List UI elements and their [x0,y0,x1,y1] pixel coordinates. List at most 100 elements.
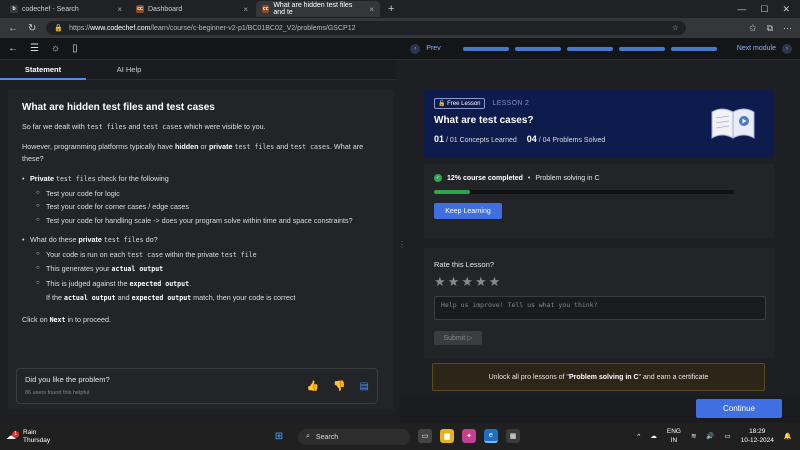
back-icon[interactable]: ← [8,23,18,34]
url-text: https://www.codechef.com/learn/course/c-… [69,24,356,32]
system-tray: ^ ☁ ENG IN ≋ 🔊 ▭ 18:29 10-12-2024 🔔 [637,427,792,445]
list-item: Test your code for handling scale -> doe… [22,214,380,228]
free-lesson-badge: 🔓 Free Lesson [434,98,485,109]
pane-resize-handle[interactable]: ⋮ [398,240,406,249]
favorites-icon[interactable]: ✩ [749,23,757,34]
pinned-apps: ⊞ [272,429,286,443]
tab-ai-help[interactable]: AI Help [86,60,172,80]
concepts-stat: 01 / 01 Concepts Learned [434,134,517,144]
search-icon: ⌕ [306,433,310,440]
paragraph: However, programming platforms typically… [22,142,364,163]
prev-chevron-icon[interactable]: ‹ [410,43,421,54]
refresh-icon[interactable]: ↻ [28,23,36,34]
star-icon[interactable]: ★ [461,274,475,289]
star-icon[interactable]: ★ [448,274,462,289]
browser-tab-strip: b codechef - Search × cc Dashboard × cc … [0,0,800,18]
url-input[interactable]: 🔒 https://www.codechef.com/learn/course/… [46,21,687,35]
file-explorer-icon[interactable]: ▆ [440,429,454,443]
maximize-icon[interactable]: ☐ [760,4,768,15]
notification-bell-icon[interactable]: 🔔 [784,432,792,441]
browser-tab-dashboard[interactable]: cc Dashboard × [130,1,254,17]
next-chevron-icon[interactable]: › [782,43,792,54]
progress-segment [462,46,509,51]
list-item: Test your code for logic [22,187,380,201]
language-indicator[interactable]: ENG IN [667,427,681,445]
back-arrow-icon[interactable]: ← [8,43,18,54]
pro-upsell-banner[interactable]: Unlock all pro lessons of " Problem solvi… [432,363,765,391]
weather-widget[interactable]: ☁ 1 Rain Thursday [0,429,50,445]
feedback-textarea[interactable] [434,296,766,320]
minimize-icon[interactable]: — [737,4,746,15]
close-window-icon[interactable]: ✕ [782,4,790,15]
tab-title: codechef - Search [22,5,79,13]
taskbar-search[interactable]: ⌕ Search [298,429,410,445]
continue-button[interactable]: Continue [696,399,782,418]
codechef-icon: cc [262,5,270,13]
list-item: If the actual output and expected output… [46,293,296,302]
list-icon[interactable]: ☰ [30,43,39,54]
clock[interactable]: 18:29 10-12-2024 [741,427,774,445]
windows-start-icon[interactable]: ⊞ [272,429,286,443]
store-icon[interactable]: ▦ [506,429,520,443]
lock-icon: 🔒 [54,25,64,32]
sun-icon[interactable]: ☼ [51,43,60,54]
close-icon[interactable]: × [117,5,122,14]
close-icon[interactable]: × [243,5,248,14]
list-item: Your code is run on each test case withi… [22,248,380,263]
comment-icon[interactable]: ▤ [360,381,369,392]
progress-segment [670,46,717,51]
browser-tab-search[interactable]: b codechef - Search × [4,1,128,17]
star-icon[interactable]: ★ [475,274,489,289]
check-circle-icon: ✓ [434,174,442,182]
tab-title: What are hidden test files and te [273,2,353,16]
tray-chevron-icon[interactable]: ^ [637,432,640,441]
next-module-button[interactable]: Next module [737,45,776,52]
windows-taskbar: ☁ 1 Rain Thursday ⊞ ⌕ Search ▭ ▆ ✦ e ▦ ^ … [0,424,800,450]
lesson-sidebar: 🔓 Free Lesson LESSON 2 What are test cas… [424,90,774,358]
progress-summary: ✓ 12% course completed • Problem solving… [434,174,764,182]
tab-statement[interactable]: Statement [0,60,86,80]
list-item: Private test files check for the followi… [22,172,380,187]
bottom-action-bar: Continue [400,396,800,422]
progress-percent: 12% course completed [447,174,523,182]
codechef-icon: cc [136,5,144,13]
statement-tabs: Statement AI Help [0,60,396,80]
submit-button[interactable]: Submit ▷ [434,331,482,345]
window-controls: — ☐ ✕ [737,4,800,15]
paragraph: So far we dealt with test files and test… [22,122,266,131]
weather-text: Rain Thursday [23,429,51,444]
new-tab-button[interactable]: + [382,3,400,15]
problem-statement: What are hidden test files and test case… [8,90,394,410]
copilot-icon[interactable]: ✦ [462,429,476,443]
page-title: What are hidden test files and test case… [22,102,215,113]
task-view-icon[interactable]: ▭ [418,429,432,443]
close-icon[interactable]: × [369,5,374,14]
bookmark-icon[interactable]: ▯ [72,43,78,54]
cloud-sync-icon[interactable]: ☁ [650,432,657,441]
browser-tab-problem[interactable]: cc What are hidden test files and te × [256,1,380,17]
list-item: What do these private test files do? [22,233,380,248]
tab-title: Dashboard [148,5,183,13]
thumbs-down-icon[interactable]: 👎 [333,381,345,392]
wifi-icon[interactable]: ≋ [691,432,696,441]
taskbar-apps: ▭ ▆ ✦ e ▦ [418,429,520,443]
star-icon[interactable]: ☆ [672,24,678,32]
more-icon[interactable]: ⋯ [783,23,792,34]
app-toolbar: ← ☰ ☼ ▯ ‹ Prev Next module › [0,38,800,60]
volume-icon[interactable]: 🔊 [706,432,714,441]
star-icon[interactable]: ★ [489,274,503,289]
prev-button[interactable]: Prev [426,45,440,52]
collections-icon[interactable]: ⧉ [767,23,773,34]
list-item: This generates your actual output [22,262,380,277]
keep-learning-button[interactable]: Keep Learning [434,203,502,219]
thumbs-up-icon[interactable]: 👍 [307,381,319,392]
list-item: This is judged against the expected outp… [22,277,380,292]
rate-title: Rate this Lesson? [434,260,495,269]
address-bar: ← ↻ 🔒 https://www.codechef.com/learn/cou… [0,18,800,38]
separator: • [527,174,531,182]
star-icon[interactable]: ★ [434,274,448,289]
lesson-card: 🔓 Free Lesson LESSON 2 What are test cas… [424,90,774,158]
battery-icon[interactable]: ▭ [725,432,731,441]
book-illustration-icon [711,108,755,139]
edge-icon[interactable]: e [484,429,498,443]
